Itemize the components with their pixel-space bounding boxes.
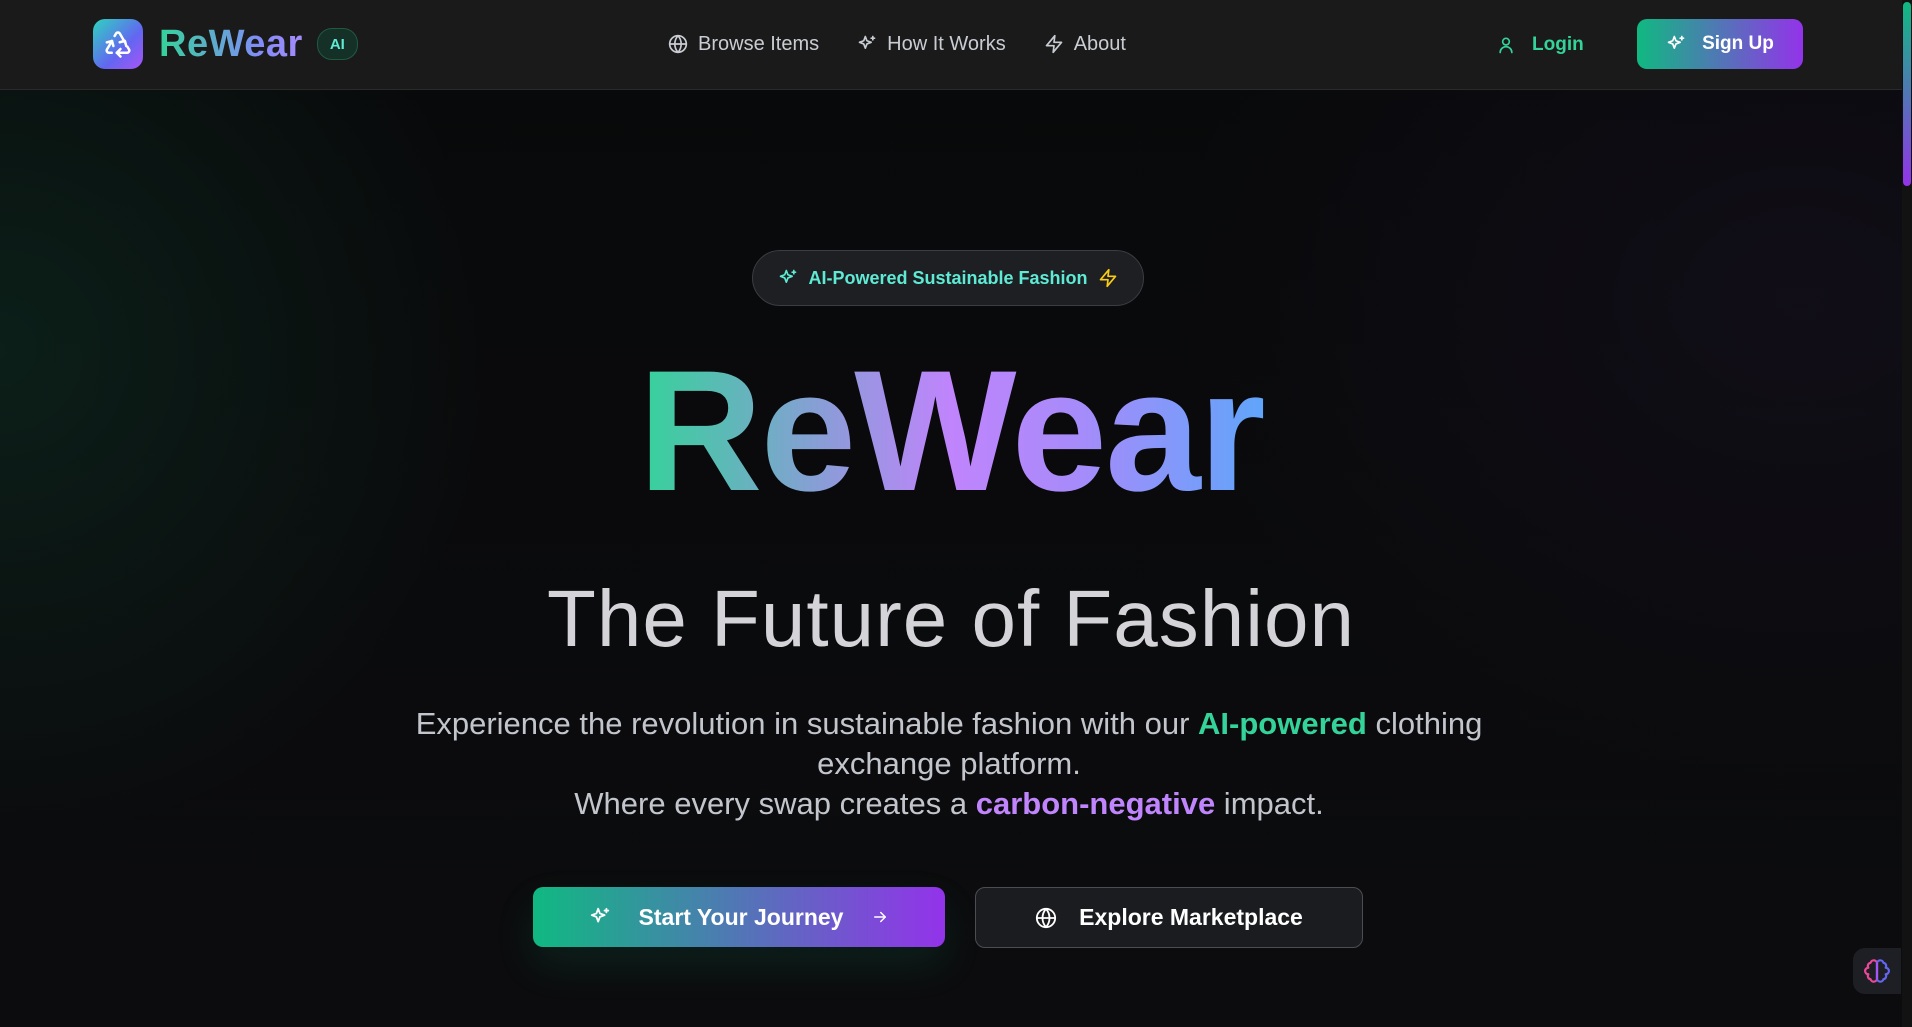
explore-marketplace-button[interactable]: Explore Marketplace xyxy=(975,887,1363,948)
sparkles-icon xyxy=(590,907,609,923)
scrollbar-thumb[interactable] xyxy=(1903,2,1911,186)
login-button[interactable]: Login xyxy=(1496,27,1584,63)
top-navbar: ReWear AI Browse Items How It Works Abou… xyxy=(0,0,1902,90)
hero-description: Experience the revolution in sustainable… xyxy=(380,704,1518,824)
desc-highlight-ai: AI-powered xyxy=(1198,706,1367,741)
nav-how-it-works[interactable]: How It Works xyxy=(857,26,1006,62)
desc-text: Experience the revolution in sustainable… xyxy=(415,706,1199,741)
recycle-icon xyxy=(93,19,143,69)
desc-text: impact. xyxy=(1215,786,1324,821)
brand-logo[interactable]: ReWear AI xyxy=(93,19,358,69)
ai-badge: AI xyxy=(316,28,358,60)
hero-title-text: ReWear xyxy=(638,335,1265,527)
sparkles-icon xyxy=(1667,35,1685,50)
nav-item-label: Browse Items xyxy=(698,32,820,55)
nav-browse-items[interactable]: Browse Items xyxy=(668,26,819,62)
signup-label: Sign Up xyxy=(1702,33,1774,54)
desc-text: Where every swap creates a xyxy=(574,786,976,821)
hero-subtitle: The Future of Fashion xyxy=(546,574,1356,663)
hero-title: ReWear xyxy=(0,336,1902,526)
start-journey-label: Start Your Journey xyxy=(638,903,844,930)
brain-icon xyxy=(1864,959,1890,983)
sparkles-icon xyxy=(780,269,797,283)
arrow-right-icon xyxy=(874,911,887,923)
start-journey-button[interactable]: Start Your Journey xyxy=(533,887,945,947)
ai-assistant-button[interactable] xyxy=(1853,948,1901,994)
user-icon xyxy=(1499,37,1513,54)
nav-item-label: About xyxy=(1073,32,1126,55)
sparkles-icon xyxy=(858,35,876,50)
main-nav: Browse Items How It Works About xyxy=(668,26,1126,62)
tagline-label: AI-Powered Sustainable Fashion xyxy=(808,267,1088,288)
zap-icon xyxy=(1045,34,1063,54)
nav-item-label: How It Works xyxy=(887,32,1006,55)
globe-icon xyxy=(668,34,688,54)
signup-button[interactable]: Sign Up xyxy=(1637,19,1803,69)
nav-about[interactable]: About xyxy=(1044,26,1126,62)
tagline-pill: AI-Powered Sustainable Fashion xyxy=(752,250,1144,306)
desc-highlight-carbon: carbon-negative xyxy=(975,786,1216,821)
brand-name: ReWear xyxy=(159,22,303,65)
login-label: Login xyxy=(1532,34,1584,55)
explore-marketplace-label: Explore Marketplace xyxy=(1079,904,1303,930)
zap-icon xyxy=(1099,268,1116,288)
globe-icon xyxy=(1036,907,1057,928)
